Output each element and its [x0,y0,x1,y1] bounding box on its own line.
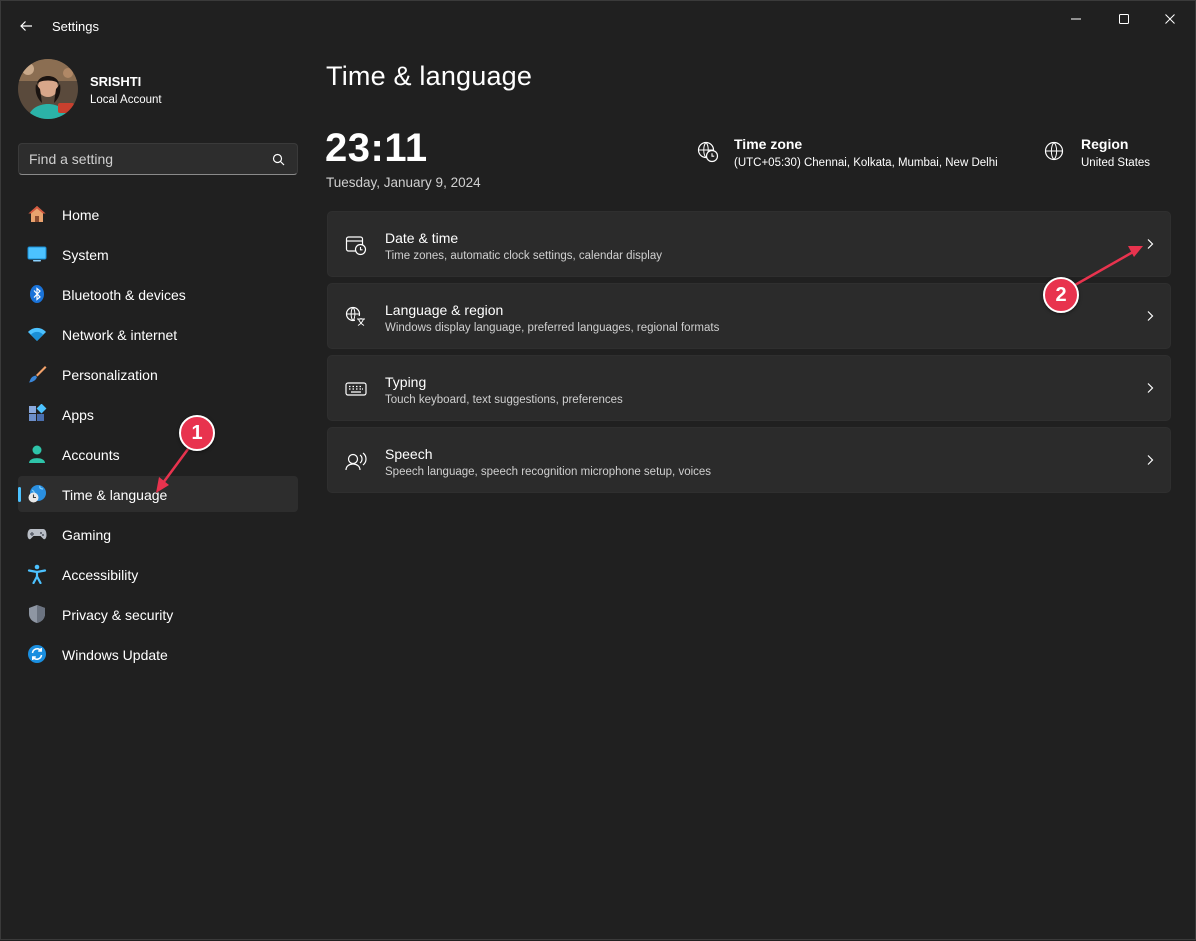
card-subtitle: Windows display language, preferred lang… [385,322,719,334]
maximize-icon [1118,13,1130,25]
chevron-right-icon [1146,454,1154,466]
brush-icon [27,364,47,384]
close-button[interactable] [1147,7,1193,31]
apps-icon [27,404,47,424]
globe-clock-icon [27,484,47,504]
sidebar-item-label: Privacy & security [62,607,173,623]
sidebar-item-apps[interactable]: Apps [18,396,298,432]
speech-icon [345,450,367,472]
card-typing[interactable]: Typing Touch keyboard, text suggestions,… [327,355,1171,421]
app-title: Settings [52,19,99,34]
card-subtitle: Touch keyboard, text suggestions, prefer… [385,394,623,406]
sidebar-item-gaming[interactable]: Gaming [18,516,298,552]
bluetooth-icon [27,284,47,304]
sidebar-item-label: System [62,247,109,263]
sidebar-item-label: Bluetooth & devices [62,287,186,303]
accessibility-icon [27,564,47,584]
system-icon [27,244,47,264]
sidebar-item-label: Accounts [62,447,120,463]
avatar-photo [18,59,78,119]
sidebar-item-label: Personalization [62,367,158,383]
sidebar-item-label: Time & language [62,487,167,503]
update-icon [27,644,47,664]
sidebar-item-label: Accessibility [62,567,138,583]
card-subtitle: Time zones, automatic clock settings, ca… [385,250,662,262]
page-title: Time & language [326,61,532,92]
user-name: SRISHTI [90,74,141,89]
sidebar-item-label: Home [62,207,99,223]
sidebar-item-label: Gaming [62,527,111,543]
sidebar-nav: Home System Bluetooth & devices Network … [18,196,298,676]
person-icon [27,444,47,464]
sidebar-item-personalization[interactable]: Personalization [18,356,298,392]
minimize-icon [1070,13,1082,25]
minimize-button[interactable] [1053,7,1099,31]
time-zone-icon [697,141,719,163]
annotation-badge-2: 2 [1043,277,1079,313]
avatar[interactable] [18,59,78,119]
card-subtitle: Speech language, speech recognition micr… [385,466,711,478]
maximize-button[interactable] [1101,7,1147,31]
card-date-time[interactable]: Date & time Time zones, automatic clock … [327,211,1171,277]
sidebar-item-label: Windows Update [62,647,168,663]
sidebar-item-privacy[interactable]: Privacy & security [18,596,298,632]
search-icon[interactable] [272,153,285,166]
shield-icon [27,604,47,624]
sidebar-item-label: Network & internet [62,327,177,343]
calendar-clock-icon [345,234,367,256]
time-zone-value: (UTC+05:30) Chennai, Kolkata, Mumbai, Ne… [734,157,998,169]
sidebar-item-bluetooth[interactable]: Bluetooth & devices [18,276,298,312]
search-box[interactable] [18,143,298,175]
keyboard-icon [345,378,367,400]
time-zone-label: Time zone [734,136,802,152]
region-globe-icon [1044,141,1064,161]
chevron-right-icon [1146,310,1154,322]
chevron-right-icon [1146,238,1154,250]
account-type: Local Account [90,94,162,106]
clock-time: 23:11 [325,126,428,171]
card-title: Speech [385,446,432,462]
search-input[interactable] [19,144,259,174]
back-button[interactable] [13,13,39,39]
card-title: Date & time [385,230,458,246]
sidebar-item-network[interactable]: Network & internet [18,316,298,352]
card-title: Typing [385,374,426,390]
title-bar: Settings [1,1,1195,49]
sidebar-item-windows-update[interactable]: Windows Update [18,636,298,672]
annotation-badge-1: 1 [179,415,215,451]
sidebar-item-accessibility[interactable]: Accessibility [18,556,298,592]
chevron-right-icon [1146,382,1154,394]
card-title: Language & region [385,302,503,318]
sidebar-item-home[interactable]: Home [18,196,298,232]
gamepad-icon [27,524,47,544]
settings-window: Settings SRISHTI Local Account [0,0,1196,940]
sidebar-item-label: Apps [62,407,94,423]
sidebar-item-accounts[interactable]: Accounts [18,436,298,472]
home-icon [27,204,47,224]
card-speech[interactable]: Speech Speech language, speech recogniti… [327,427,1171,493]
wifi-icon [27,324,47,344]
language-icon [345,306,367,328]
region-label: Region [1081,136,1128,152]
current-date: Tuesday, January 9, 2024 [326,175,481,190]
region-value: United States [1081,157,1150,169]
close-icon [1164,13,1176,25]
sidebar-item-system[interactable]: System [18,236,298,272]
back-arrow-icon [19,19,33,33]
sidebar-item-time-language[interactable]: Time & language [18,476,298,512]
